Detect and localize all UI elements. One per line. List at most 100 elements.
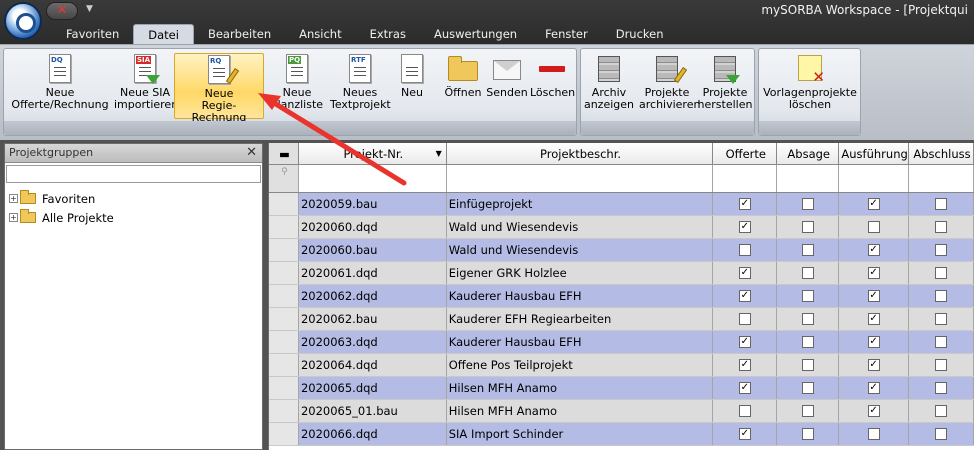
- filter-input-projekt-nr[interactable]: [299, 165, 447, 192]
- app-menu-button[interactable]: [4, 2, 42, 40]
- abschluss-checkbox[interactable]: [935, 313, 948, 325]
- tab-bearbeiten[interactable]: Bearbeiten: [194, 24, 285, 44]
- offerte-checkbox[interactable]: ✓: [738, 382, 751, 394]
- neue-planzliste-button[interactable]: PQ Neue Planzliste: [266, 53, 328, 119]
- ausfuehrung-checkbox[interactable]: ✓: [867, 244, 880, 256]
- vorlagenprojekte-loeschen-button[interactable]: ✕ Vorlagenprojekte löschen: [761, 53, 859, 119]
- abschluss-checkbox[interactable]: [935, 290, 948, 302]
- row-selector[interactable]: [269, 354, 299, 376]
- row-selector[interactable]: [269, 423, 299, 445]
- offerte-checkbox[interactable]: [738, 313, 751, 325]
- table-row[interactable]: 2020066.dqd SIA Import Schinder ✓: [269, 423, 974, 446]
- row-selector[interactable]: [269, 377, 299, 399]
- offerte-checkbox[interactable]: [738, 244, 751, 256]
- ausfuehrung-checkbox[interactable]: ✓: [867, 198, 880, 210]
- column-header-projekt-nr[interactable]: Projekt-Nr. ▼: [299, 143, 447, 164]
- offerte-checkbox[interactable]: ✓: [738, 198, 751, 210]
- ausfuehrung-checkbox[interactable]: ✓: [867, 290, 880, 302]
- column-header-absage[interactable]: Absage: [777, 143, 840, 164]
- abschluss-checkbox[interactable]: [935, 267, 948, 279]
- column-header-ausfuehrung[interactable]: Ausführung: [839, 143, 910, 164]
- table-row[interactable]: 2020064.dqd Offene Pos Teilprojekt ✓ ✓: [269, 354, 974, 377]
- expand-icon[interactable]: +: [9, 213, 18, 222]
- absage-checkbox[interactable]: [801, 359, 814, 371]
- ausfuehrung-checkbox[interactable]: [867, 428, 880, 440]
- absage-checkbox[interactable]: [801, 244, 814, 256]
- neu-button[interactable]: Neu: [392, 53, 432, 119]
- abschluss-checkbox[interactable]: [935, 336, 948, 348]
- absage-checkbox[interactable]: [801, 405, 814, 417]
- table-row[interactable]: 2020061.dqd Eigener GRK Holzlee ✓ ✓: [269, 262, 974, 285]
- row-selector[interactable]: [269, 262, 299, 284]
- absage-checkbox[interactable]: [801, 336, 814, 348]
- row-selector[interactable]: [269, 193, 299, 215]
- absage-checkbox[interactable]: [801, 313, 814, 325]
- offerte-checkbox[interactable]: ✓: [738, 336, 751, 348]
- expand-icon[interactable]: +: [9, 194, 18, 203]
- table-row[interactable]: 2020059.bau Einfügeprojekt ✓ ✓: [269, 193, 974, 216]
- table-row[interactable]: 2020060.bau Wald und Wiesendevis ✓: [269, 239, 974, 262]
- absage-checkbox[interactable]: [801, 428, 814, 440]
- ausfuehrung-checkbox[interactable]: ✓: [867, 313, 880, 325]
- offerte-checkbox[interactable]: ✓: [738, 428, 751, 440]
- senden-button[interactable]: Senden: [485, 53, 529, 119]
- ausfuehrung-checkbox[interactable]: [867, 221, 880, 233]
- abschluss-checkbox[interactable]: [935, 198, 948, 210]
- filter-input-absage[interactable]: [777, 165, 840, 192]
- offerte-checkbox[interactable]: ✓: [738, 267, 751, 279]
- abschluss-checkbox[interactable]: [935, 382, 948, 394]
- ausfuehrung-checkbox[interactable]: ✓: [867, 267, 880, 279]
- tab-extras[interactable]: Extras: [356, 24, 420, 44]
- panel-filter-input[interactable]: [6, 165, 261, 183]
- tab-fenster[interactable]: Fenster: [531, 24, 602, 44]
- panel-close-icon[interactable]: ✕: [246, 144, 257, 162]
- row-selector[interactable]: [269, 285, 299, 307]
- offerte-checkbox[interactable]: ✓: [738, 221, 751, 233]
- select-all-header[interactable]: ▬: [269, 143, 299, 164]
- abschluss-checkbox[interactable]: [935, 428, 948, 440]
- neue-regie-rechnung-button[interactable]: RQ Neue Regie-Rechnung: [174, 53, 264, 124]
- tab-datei[interactable]: Datei: [133, 24, 194, 45]
- absage-checkbox[interactable]: [801, 267, 814, 279]
- neue-sia-importieren-button[interactable]: SIA Neue SIA importieren: [114, 53, 178, 119]
- quick-access-dropdown-icon[interactable]: ▼: [86, 4, 93, 14]
- absage-checkbox[interactable]: [801, 290, 814, 302]
- tree-item-alle-projekte[interactable]: + Alle Projekte: [9, 208, 262, 227]
- tree-item-favoriten[interactable]: + Favoriten: [9, 189, 262, 208]
- offerte-checkbox[interactable]: [738, 405, 751, 417]
- row-selector[interactable]: [269, 216, 299, 238]
- column-header-abschluss[interactable]: Abschluss: [909, 143, 974, 164]
- tab-ansicht[interactable]: Ansicht: [285, 24, 355, 44]
- tab-favoriten[interactable]: Favoriten: [52, 24, 133, 44]
- table-row[interactable]: 2020060.dqd Wald und Wiesendevis ✓: [269, 216, 974, 239]
- loeschen-button[interactable]: Löschen: [530, 53, 575, 119]
- ausfuehrung-checkbox[interactable]: ✓: [867, 359, 880, 371]
- filter-input-ausfuehrung[interactable]: [839, 165, 910, 192]
- row-selector[interactable]: [269, 239, 299, 261]
- row-selector[interactable]: [269, 400, 299, 422]
- tab-drucken[interactable]: Drucken: [602, 24, 678, 44]
- abschluss-checkbox[interactable]: [935, 244, 948, 256]
- row-selector[interactable]: [269, 308, 299, 330]
- ausfuehrung-checkbox[interactable]: ✓: [867, 405, 880, 417]
- table-row[interactable]: 2020065_01.bau Hilsen MFH Anamo ✓: [269, 400, 974, 423]
- table-row[interactable]: 2020065.dqd Hilsen MFH Anamo ✓ ✓: [269, 377, 974, 400]
- table-row[interactable]: 2020063.dqd Kauderer Hausbau EFH ✓ ✓: [269, 331, 974, 354]
- column-header-offerte[interactable]: Offerte: [713, 143, 778, 164]
- column-header-projektbeschr[interactable]: Projektbeschr.: [447, 143, 714, 164]
- offerte-checkbox[interactable]: ✓: [738, 290, 751, 302]
- absage-checkbox[interactable]: [801, 198, 814, 210]
- filter-input-abschluss[interactable]: [909, 165, 974, 192]
- row-selector[interactable]: [269, 331, 299, 353]
- projekte-archivieren-button[interactable]: Projekte archivieren: [639, 53, 700, 119]
- table-row[interactable]: 2020062.bau Kauderer EFH Regiearbeiten ✓: [269, 308, 974, 331]
- ausfuehrung-checkbox[interactable]: ✓: [867, 382, 880, 394]
- neues-textprojekt-button[interactable]: RTF Neues Textprojekt: [330, 53, 391, 119]
- table-row[interactable]: 2020062.dqd Kauderer Hausbau EFH ✓ ✓: [269, 285, 974, 308]
- tab-auswertungen[interactable]: Auswertungen: [420, 24, 531, 44]
- abschluss-checkbox[interactable]: [935, 359, 948, 371]
- archiv-anzeigen-button[interactable]: Archiv anzeigen: [583, 53, 635, 119]
- filter-input-offerte[interactable]: [713, 165, 778, 192]
- ausfuehrung-checkbox[interactable]: ✓: [867, 336, 880, 348]
- filter-input-projektbeschr[interactable]: [447, 165, 714, 192]
